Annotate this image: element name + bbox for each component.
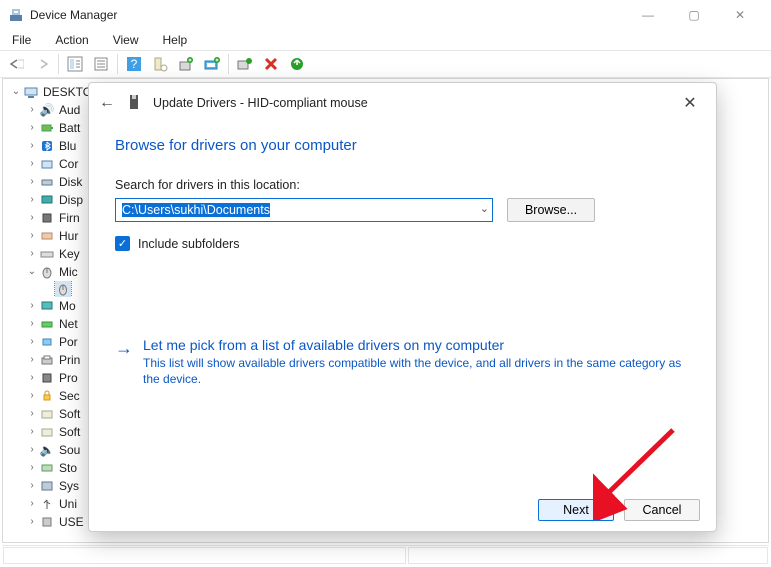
mouse-icon bbox=[39, 264, 55, 280]
disk-icon bbox=[39, 174, 55, 190]
firmware-icon bbox=[39, 210, 55, 226]
network-icon bbox=[39, 316, 55, 332]
tree-root-label: DESKTO bbox=[43, 83, 92, 101]
keyboard-icon bbox=[39, 246, 55, 262]
tree-item-label: Mo bbox=[59, 297, 76, 315]
window-close-button[interactable]: ✕ bbox=[717, 0, 763, 30]
back-icon[interactable] bbox=[4, 52, 28, 76]
forward-icon[interactable] bbox=[30, 52, 54, 76]
titlebar: Device Manager — ▢ ✕ bbox=[0, 0, 771, 30]
path-input[interactable] bbox=[115, 198, 493, 222]
menu-file[interactable]: File bbox=[8, 32, 35, 48]
tree-item-label: Disp bbox=[59, 191, 83, 209]
mouse-icon bbox=[55, 281, 71, 297]
tree-item-label: Sec bbox=[59, 387, 80, 405]
add-legacy-icon[interactable] bbox=[174, 52, 198, 76]
printer-icon bbox=[39, 352, 55, 368]
computer-icon bbox=[23, 84, 39, 100]
usb-connector-icon bbox=[39, 514, 55, 530]
option-description: This list will show available drivers co… bbox=[143, 355, 690, 387]
monitor-icon bbox=[39, 298, 55, 314]
menu-action[interactable]: Action bbox=[51, 32, 92, 48]
minimize-button[interactable]: — bbox=[625, 0, 671, 30]
maximize-button[interactable]: ▢ bbox=[671, 0, 717, 30]
display-icon bbox=[39, 192, 55, 208]
path-combobox[interactable]: ⌄ bbox=[115, 198, 493, 222]
next-button[interactable]: Next bbox=[538, 499, 614, 521]
audio-icon: 🔊 bbox=[39, 102, 55, 118]
tree-item-label: Sys bbox=[59, 477, 79, 495]
pick-from-list-option[interactable]: → Let me pick from a list of available d… bbox=[115, 337, 690, 387]
tree-item-label: Net bbox=[59, 315, 78, 333]
update-drivers-dialog: ← Update Drivers - HID-compliant mouse ✕… bbox=[88, 82, 717, 532]
ports-icon bbox=[39, 334, 55, 350]
software-icon bbox=[39, 406, 55, 422]
tree-item-label: Pro bbox=[59, 369, 78, 387]
back-icon[interactable]: ← bbox=[99, 94, 119, 112]
search-location-label: Search for drivers in this location: bbox=[115, 178, 690, 192]
dialog-title: Update Drivers - HID-compliant mouse bbox=[153, 96, 368, 110]
tree-item-label: USE bbox=[59, 513, 84, 531]
browse-button[interactable]: Browse... bbox=[507, 198, 595, 222]
battery-icon bbox=[39, 120, 55, 136]
cancel-button[interactable]: Cancel bbox=[624, 499, 700, 521]
cpu-icon bbox=[39, 370, 55, 386]
tree-item-label: Soft bbox=[59, 405, 80, 423]
tree-item-label: Uni bbox=[59, 495, 77, 513]
statusbar bbox=[2, 545, 769, 565]
disable-device-icon[interactable] bbox=[259, 52, 283, 76]
tree-item-label: Key bbox=[59, 245, 80, 263]
tree-item-label: Por bbox=[59, 333, 78, 351]
menubar: File Action View Help bbox=[0, 30, 771, 50]
system-icon bbox=[39, 478, 55, 494]
tree-item-label: Sou bbox=[59, 441, 80, 459]
tree-item-label: Prin bbox=[59, 351, 80, 369]
device-manager-icon bbox=[8, 7, 24, 23]
chevron-down-icon[interactable]: ⌄ bbox=[480, 202, 489, 215]
computer-small-icon bbox=[39, 156, 55, 172]
enable-device-icon[interactable] bbox=[285, 52, 309, 76]
tree-item-label: Soft bbox=[59, 423, 80, 441]
toolbar: ? bbox=[0, 50, 771, 78]
close-icon[interactable]: ✕ bbox=[674, 93, 706, 113]
arrow-right-icon: → bbox=[115, 337, 133, 387]
tree-item-label: Firn bbox=[59, 209, 80, 227]
window-title: Device Manager bbox=[30, 8, 625, 22]
tree-item-label: Batt bbox=[59, 119, 80, 137]
bluetooth-icon bbox=[39, 138, 55, 154]
update-driver-icon[interactable] bbox=[200, 52, 224, 76]
properties-icon[interactable] bbox=[89, 52, 113, 76]
tree-item-label: Disk bbox=[59, 173, 82, 191]
tree-item-label: Hur bbox=[59, 227, 78, 245]
sound-icon: 🔈 bbox=[39, 442, 55, 458]
include-subfolders-checkbox[interactable]: ✓ bbox=[115, 236, 130, 251]
tree-item-label: Cor bbox=[59, 155, 78, 173]
include-subfolders-label: Include subfolders bbox=[138, 237, 239, 251]
collapse-icon[interactable]: ⌄ bbox=[9, 83, 23, 101]
help-icon[interactable]: ? bbox=[122, 52, 146, 76]
scan-hardware-icon[interactable] bbox=[148, 52, 172, 76]
show-hide-tree-icon[interactable] bbox=[63, 52, 87, 76]
usb-icon bbox=[39, 496, 55, 512]
svg-text:?: ? bbox=[131, 57, 138, 71]
software-icon bbox=[39, 424, 55, 440]
security-icon bbox=[39, 388, 55, 404]
driver-stick-icon bbox=[127, 93, 145, 114]
tree-item-label: Aud bbox=[59, 101, 80, 119]
tree-item-label: Sto bbox=[59, 459, 77, 477]
tree-item-label: Blu bbox=[59, 137, 76, 155]
collapse-icon[interactable]: ⌄ bbox=[25, 263, 39, 281]
dialog-heading: Browse for drivers on your computer bbox=[115, 137, 690, 154]
uninstall-device-icon[interactable] bbox=[233, 52, 257, 76]
menu-help[interactable]: Help bbox=[159, 32, 192, 48]
storage-icon bbox=[39, 460, 55, 476]
hid-icon bbox=[39, 228, 55, 244]
option-title: Let me pick from a list of available dri… bbox=[143, 337, 690, 353]
menu-view[interactable]: View bbox=[109, 32, 143, 48]
tree-item-label: Mic bbox=[59, 263, 78, 281]
